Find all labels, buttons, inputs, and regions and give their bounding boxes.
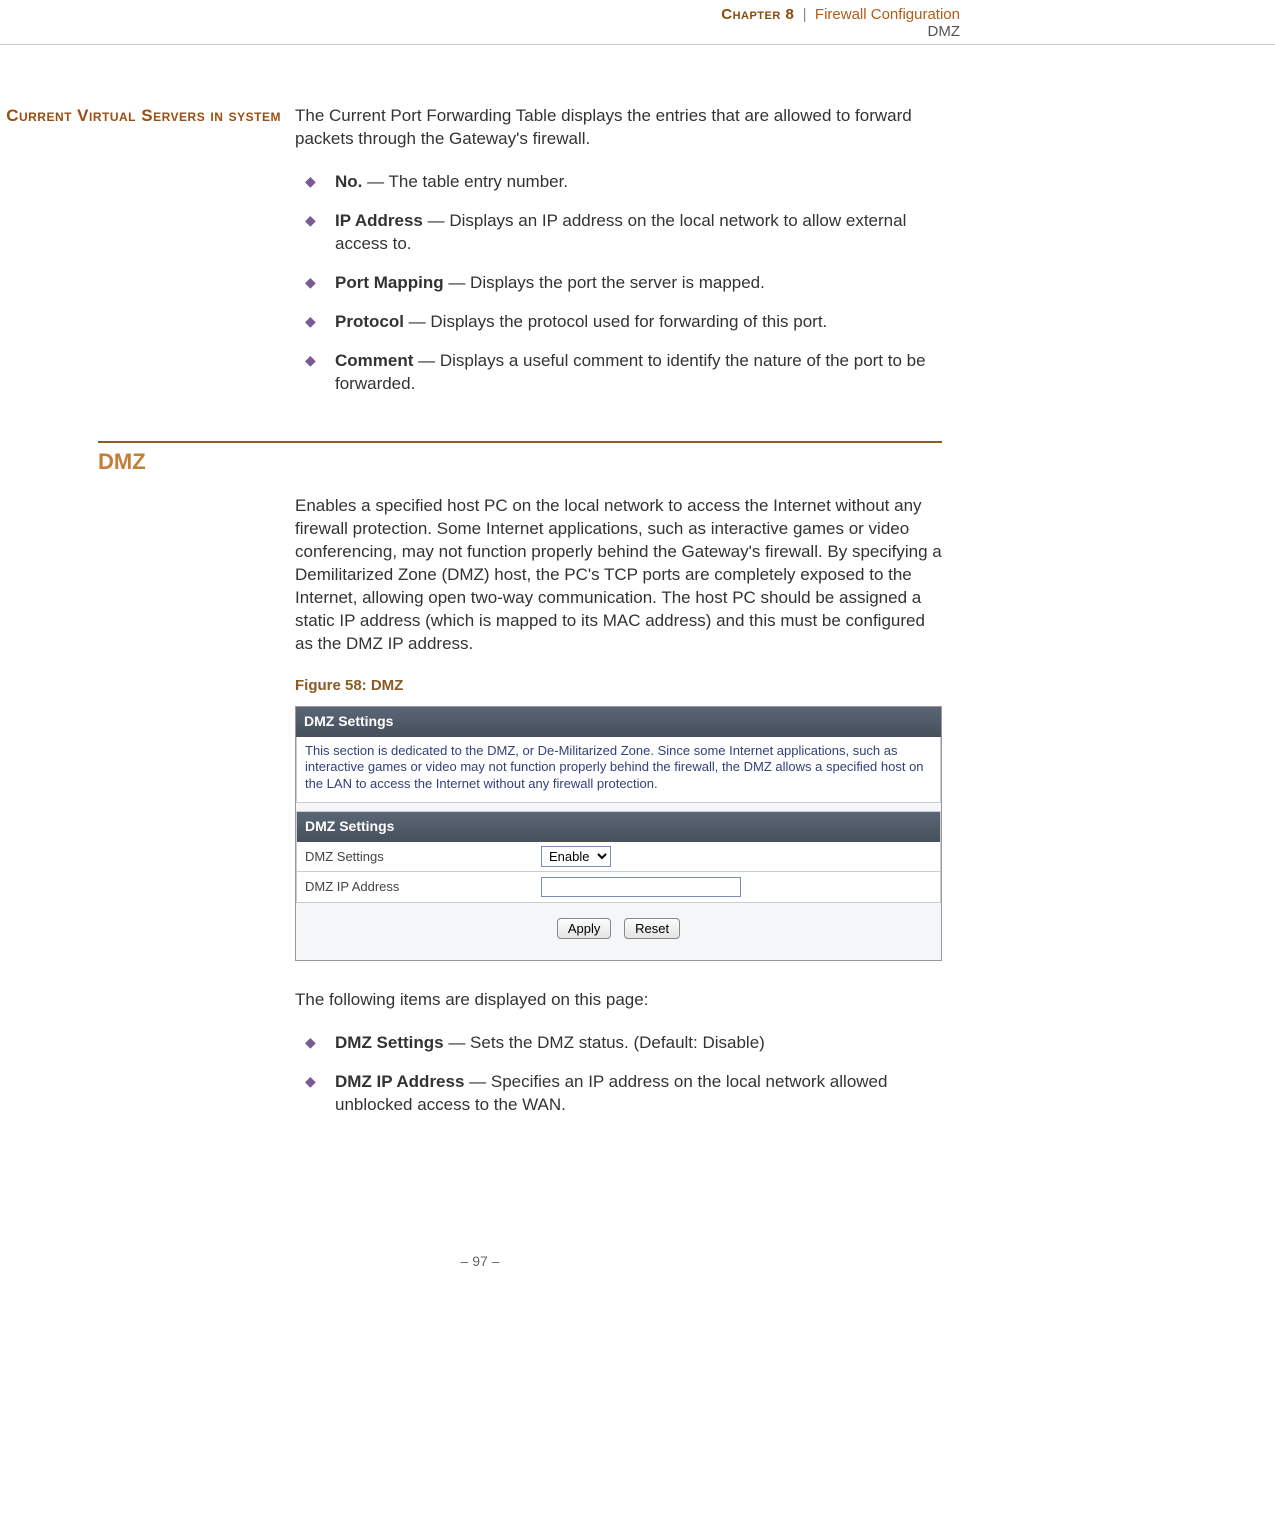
header-subline: DMZ bbox=[0, 23, 980, 40]
dmz-screenshot: DMZ Settings This section is dedicated t… bbox=[295, 706, 942, 961]
ss-row-dmz-ip: DMZ IP Address bbox=[297, 872, 940, 902]
ss-label: DMZ IP Address bbox=[297, 872, 541, 902]
list-item: Port Mapping — Displays the port the ser… bbox=[295, 272, 942, 295]
chapter-label: Chapter 8 bbox=[721, 6, 794, 23]
ss-panel-title: DMZ Settings bbox=[296, 707, 941, 737]
list-item: Comment — Displays a useful comment to i… bbox=[295, 350, 942, 396]
dmz-ip-input[interactable] bbox=[541, 877, 741, 897]
ss-button-row: Apply Reset bbox=[296, 903, 941, 960]
list-item: DMZ Settings — Sets the DMZ status. (Def… bbox=[295, 1032, 942, 1055]
dmz-intro: Enables a specified host PC on the local… bbox=[295, 495, 942, 656]
desc: — Sets the DMZ status. (Default: Disable… bbox=[444, 1033, 765, 1052]
reset-button[interactable]: Reset bbox=[624, 918, 680, 939]
list-item: IP Address — Displays an IP address on t… bbox=[295, 210, 942, 256]
term: Protocol bbox=[335, 312, 404, 331]
header-separator: | bbox=[803, 6, 807, 23]
chapter-title: Firewall Configuration bbox=[815, 6, 960, 23]
term: DMZ Settings bbox=[335, 1033, 444, 1052]
term: No. bbox=[335, 172, 362, 191]
section-divider bbox=[0, 441, 960, 443]
page-number: – 97 – bbox=[461, 1253, 500, 1269]
ss-settings-table: DMZ Settings DMZ Settings Enable DMZ IP … bbox=[296, 811, 941, 903]
term: IP Address bbox=[335, 211, 423, 230]
section2-list: DMZ Settings — Sets the DMZ status. (Def… bbox=[295, 1032, 942, 1117]
list-item: DMZ IP Address — Specifies an IP address… bbox=[295, 1071, 942, 1117]
ss-row-dmz-settings: DMZ Settings Enable bbox=[297, 842, 940, 873]
ss-label: DMZ Settings bbox=[297, 842, 541, 872]
page-header: Chapter 8 | Firewall Configuration DMZ bbox=[0, 0, 1275, 45]
dmz-settings-select[interactable]: Enable bbox=[541, 846, 611, 867]
term: DMZ IP Address bbox=[335, 1072, 464, 1091]
desc: — Displays a useful comment to identify … bbox=[335, 351, 926, 393]
term: Comment bbox=[335, 351, 413, 370]
figure-caption: Figure 58: DMZ bbox=[295, 676, 942, 696]
dmz-heading: DMZ bbox=[98, 449, 960, 475]
dmz-post-text: The following items are displayed on thi… bbox=[295, 989, 942, 1012]
section1-intro: The Current Port Forwarding Table displa… bbox=[295, 105, 942, 151]
desc: — Displays the protocol used for forward… bbox=[404, 312, 827, 331]
list-item: Protocol — Displays the protocol used fo… bbox=[295, 311, 942, 334]
ss-table-title: DMZ Settings bbox=[297, 812, 940, 842]
list-item: No. — The table entry number. bbox=[295, 171, 942, 194]
term: Port Mapping bbox=[335, 273, 444, 292]
desc: — Displays the port the server is mapped… bbox=[444, 273, 765, 292]
section1-list: No. — The table entry number. IP Address… bbox=[295, 171, 942, 396]
apply-button[interactable]: Apply bbox=[557, 918, 612, 939]
page-footer: – 97 – bbox=[0, 1173, 960, 1299]
side-heading-virtual-servers: Current Virtual Servers in system bbox=[0, 105, 281, 128]
desc: — The table entry number. bbox=[362, 172, 568, 191]
ss-description: This section is dedicated to the DMZ, or… bbox=[296, 737, 941, 803]
